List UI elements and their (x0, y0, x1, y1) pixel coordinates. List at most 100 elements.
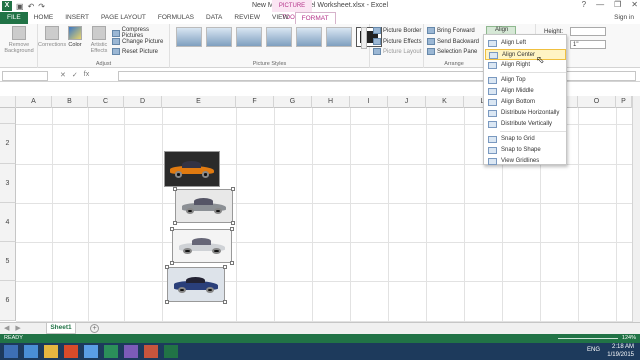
picture-style-thumb[interactable] (266, 27, 292, 47)
taskbar-app-icon[interactable] (84, 345, 98, 358)
tab-format[interactable]: FORMAT (294, 12, 336, 24)
height-input[interactable] (570, 27, 606, 36)
artistic-effects-button[interactable]: Artistic Effects (86, 26, 112, 54)
resize-handle[interactable] (223, 265, 227, 269)
row-header-4[interactable]: 4 (0, 203, 16, 242)
column-header-e[interactable]: E (162, 96, 236, 108)
row-header[interactable] (0, 108, 16, 124)
resize-handle[interactable] (170, 261, 174, 265)
column-header-k[interactable]: K (426, 96, 464, 108)
menu-item-align-left[interactable]: Align Left (485, 38, 566, 49)
bring-forward-button[interactable]: Bring Forward (427, 27, 475, 34)
enter-icon[interactable]: ✓ (72, 71, 78, 79)
resize-handle[interactable] (231, 187, 235, 191)
menu-item-align-bottom[interactable]: Align Bottom (485, 97, 566, 108)
car-picture-2[interactable] (173, 187, 235, 225)
menu-item-distribute-vertical[interactable]: Distribute Vertically (485, 119, 566, 130)
picture-layout-button[interactable]: Picture Layout (373, 48, 421, 55)
fx-icon[interactable]: fx (84, 71, 89, 79)
restore-button[interactable]: ❐ (614, 0, 621, 9)
row-header-5[interactable]: 5 (0, 242, 16, 281)
picture-style-thumb[interactable] (206, 27, 232, 47)
column-header-f[interactable]: F (236, 96, 274, 108)
resize-handle[interactable] (173, 187, 177, 191)
clock[interactable]: 2:18 AM 1/19/2015 (607, 343, 634, 359)
add-sheet-button[interactable]: + (90, 324, 99, 333)
picture-style-thumb[interactable] (176, 27, 202, 47)
tab-view[interactable]: VIEW (266, 12, 295, 24)
row-header-3[interactable]: 3 (0, 164, 16, 203)
resize-handle[interactable] (231, 221, 235, 225)
minimize-button[interactable]: — (596, 0, 604, 9)
column-header-o[interactable]: O (578, 96, 616, 108)
media-player-icon[interactable] (64, 345, 78, 358)
resize-handle[interactable] (173, 221, 177, 225)
sign-in-link[interactable]: Sign in (614, 12, 634, 24)
car-picture-4[interactable] (165, 265, 227, 304)
selection-pane-button[interactable]: Selection Pane (427, 48, 477, 55)
menu-item-gridlines[interactable]: View Gridlines (485, 156, 566, 167)
car-picture-1[interactable] (164, 151, 220, 187)
ie-icon[interactable] (24, 345, 38, 358)
column-header-d[interactable]: D (124, 96, 162, 108)
menu-item-snap-grid[interactable]: Snap to Grid (485, 134, 566, 145)
menu-item-align-top[interactable]: Align Top (485, 75, 566, 86)
menu-item-distribute-horizontal[interactable]: Distribute Horizontally (485, 108, 566, 119)
reset-picture-button[interactable]: Reset Picture (112, 48, 158, 55)
zoom-slider[interactable] (558, 338, 618, 339)
change-picture-button[interactable]: Change Picture (112, 38, 163, 45)
resize-handle[interactable] (165, 300, 169, 304)
picture-effects-button[interactable]: Picture Effects (373, 38, 422, 45)
help-icon[interactable]: ? (582, 0, 586, 9)
column-header-g[interactable]: G (274, 96, 312, 108)
close-button[interactable]: ✕ (631, 0, 638, 9)
width-input[interactable]: 1" (570, 40, 606, 49)
remove-background-button[interactable]: Remove Background (4, 26, 34, 54)
tab-insert[interactable]: INSERT (59, 12, 95, 24)
language-indicator[interactable]: ENG (587, 347, 600, 353)
menu-item-align-middle[interactable]: Align Middle (485, 86, 566, 97)
cancel-icon[interactable]: ✕ (60, 71, 66, 79)
menu-item-align-right[interactable]: Align Right (485, 60, 566, 71)
resize-handle[interactable] (223, 300, 227, 304)
column-header-i[interactable]: I (350, 96, 388, 108)
send-backward-button[interactable]: Send Backward (427, 38, 479, 45)
row-header-6[interactable]: 6 (0, 281, 16, 321)
picture-style-thumb[interactable] (326, 27, 352, 47)
column-header-h[interactable]: H (312, 96, 350, 108)
column-header-j[interactable]: J (388, 96, 426, 108)
resize-handle[interactable] (230, 261, 234, 265)
resize-handle[interactable] (170, 227, 174, 231)
taskbar-app-icon[interactable] (144, 345, 158, 358)
picture-style-thumb[interactable] (296, 27, 322, 47)
row-header-2[interactable]: 2 (0, 124, 16, 164)
menu-item-snap-shape[interactable]: Snap to Shape (485, 145, 566, 156)
file-explorer-icon[interactable] (44, 345, 58, 358)
picture-style-thumb[interactable] (236, 27, 262, 47)
vertical-scrollbar[interactable] (632, 96, 640, 322)
taskbar-app-icon[interactable] (104, 345, 118, 358)
column-header-c[interactable]: C (88, 96, 124, 108)
picture-border-button[interactable]: Picture Border (373, 27, 421, 34)
start-button-icon[interactable] (4, 345, 18, 358)
tab-page-layout[interactable]: PAGE LAYOUT (95, 12, 152, 24)
select-all-corner[interactable] (0, 96, 16, 108)
gallery-scroll[interactable] (361, 27, 367, 49)
prev-sheet-icon[interactable]: ◀ (4, 324, 9, 332)
car-picture-3[interactable] (170, 227, 234, 265)
taskbar-app-icon[interactable] (124, 345, 138, 358)
column-header-a[interactable]: A (16, 96, 52, 108)
column-header-b[interactable]: B (52, 96, 88, 108)
sheet-tab-sheet1[interactable]: Sheet1 (46, 323, 76, 334)
excel-taskbar-icon[interactable] (164, 345, 178, 358)
resize-handle[interactable] (230, 227, 234, 231)
tab-data[interactable]: DATA (200, 12, 228, 24)
corrections-button[interactable]: Corrections (38, 26, 66, 48)
resize-handle[interactable] (165, 265, 169, 269)
zoom-level[interactable]: 124% (622, 334, 636, 343)
menu-item-align-center[interactable]: Align Center (485, 49, 566, 60)
tab-review[interactable]: REVIEW (228, 12, 266, 24)
name-box[interactable] (2, 71, 48, 81)
next-sheet-icon[interactable]: ▶ (15, 324, 20, 332)
column-header-p[interactable]: P (616, 96, 632, 108)
